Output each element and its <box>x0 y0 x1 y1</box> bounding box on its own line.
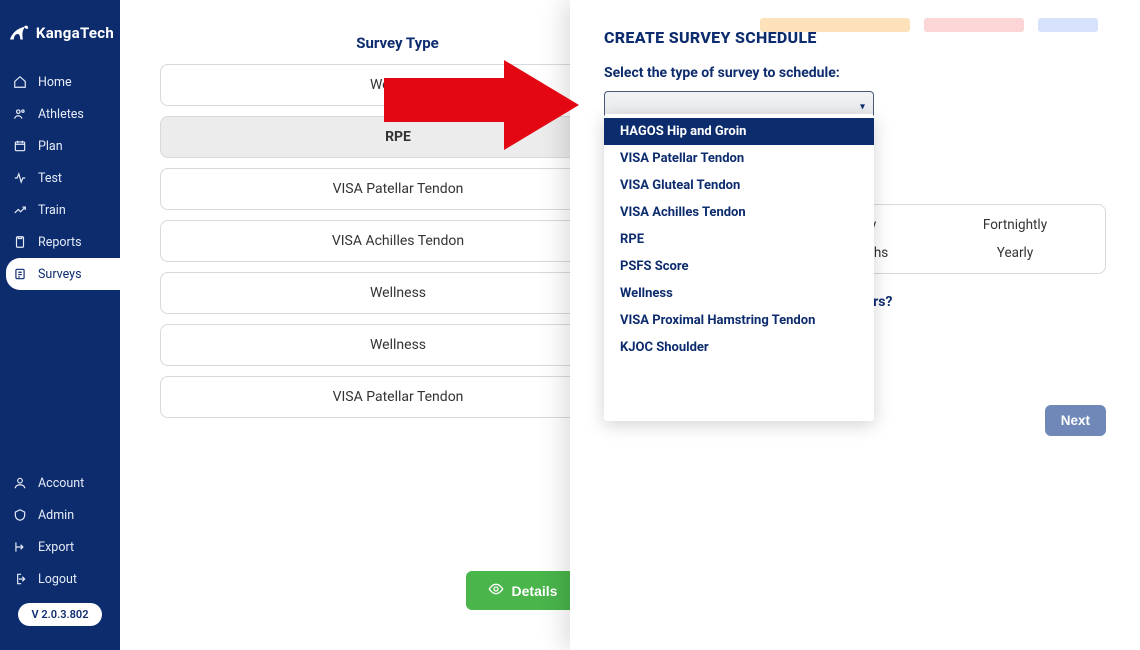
nav-secondary: Account Admin Export Logout V 2.0.3.802 <box>0 467 120 650</box>
reports-icon <box>12 234 28 250</box>
dropdown-option[interactable]: HAGOS Hip and Groin <box>604 118 874 145</box>
nav-label: Athletes <box>38 107 84 122</box>
cell-survey-type: VISA Patellar Tendon <box>161 181 635 197</box>
dropdown-option[interactable]: Wellness <box>604 280 874 307</box>
nav-label: Reports <box>38 235 82 250</box>
sidebar-item-logout[interactable]: Logout <box>0 563 120 595</box>
admin-icon <box>12 507 28 523</box>
logout-icon <box>12 571 28 587</box>
version-badge: V 2.0.3.802 <box>18 603 102 626</box>
dropdown-option[interactable]: RPE <box>604 226 874 253</box>
dropdown-option[interactable]: PSFS Score <box>604 253 874 280</box>
nav-label: Surveys <box>38 267 82 282</box>
dropdown-option[interactable]: VISA Gluteal Tendon <box>604 172 874 199</box>
nav-label: Export <box>38 540 74 555</box>
eye-icon <box>488 581 504 600</box>
chevron-down-icon: ▾ <box>860 102 865 113</box>
freq-option-yearly[interactable]: Yearly <box>997 245 1033 261</box>
cell-survey-type: VISA Patellar Tendon <box>161 389 635 405</box>
survey-type-dropdown: HAGOS Hip and GroinVISA Patellar TendonV… <box>604 114 874 421</box>
freq-option-fortnightly[interactable]: Fortnightly <box>983 217 1047 233</box>
kangaroo-icon <box>6 20 32 46</box>
next-button-label: Next <box>1061 413 1090 428</box>
athletes-icon <box>12 106 28 122</box>
sidebar-item-home[interactable]: Home <box>0 66 120 98</box>
sidebar-item-train[interactable]: Train <box>0 194 120 226</box>
train-icon <box>12 202 28 218</box>
select-survey-type-label: Select the type of survey to schedule: <box>604 65 1106 81</box>
sidebar-item-test[interactable]: Test <box>0 162 120 194</box>
next-button[interactable]: Next <box>1045 405 1106 436</box>
sidebar-item-surveys[interactable]: Surveys <box>6 258 120 290</box>
sidebar-item-account[interactable]: Account <box>0 467 120 499</box>
cell-survey-type: Wellness <box>161 285 635 301</box>
cell-survey-type: RPE <box>161 129 635 145</box>
cell-survey-type: Wellness <box>161 77 635 93</box>
sidebar-item-athletes[interactable]: Athletes <box>0 98 120 130</box>
sidebar-item-reports[interactable]: Reports <box>0 226 120 258</box>
details-button[interactable]: Details <box>466 571 580 610</box>
home-icon <box>12 74 28 90</box>
details-button-label: Details <box>512 583 558 599</box>
create-survey-schedule-panel: CREATE SURVEY SCHEDULE Select the type o… <box>570 0 1140 650</box>
reminders-label-partial: minders? <box>834 294 1106 310</box>
account-icon <box>12 475 28 491</box>
dropdown-option[interactable]: VISA Proximal Hamstring Tendon <box>604 307 874 334</box>
sidebar-item-admin[interactable]: Admin <box>0 499 120 531</box>
test-icon <box>12 170 28 186</box>
nav-label: Train <box>38 203 66 218</box>
cell-survey-type: Wellness <box>161 337 635 353</box>
nav-label: Logout <box>38 572 77 587</box>
nav-label: Home <box>38 75 72 90</box>
dropdown-option[interactable]: KJOC Shoulder <box>604 334 874 361</box>
nav-label: Test <box>38 171 62 186</box>
nav-label: Account <box>38 476 84 491</box>
export-icon <box>12 539 28 555</box>
blurred-header-chips <box>760 18 1098 32</box>
col-header-survey-type: Survey Type <box>160 34 635 52</box>
partial-label-ted: ted: <box>834 180 1106 196</box>
dropdown-option[interactable]: VISA Achilles Tendon <box>604 199 874 226</box>
nav-primary: Home Athletes Plan Test Train Reports Su… <box>0 56 120 290</box>
sidebar-item-plan[interactable]: Plan <box>0 130 120 162</box>
dropdown-option[interactable]: VISA Patellar Tendon <box>604 145 874 172</box>
brand-name: KangaTech <box>36 24 114 42</box>
sidebar-item-export[interactable]: Export <box>0 531 120 563</box>
brand-logo: KangaTech <box>0 0 120 56</box>
cell-survey-type: VISA Achilles Tendon <box>161 233 635 249</box>
surveys-icon <box>12 266 28 282</box>
sidebar: KangaTech Home Athletes Plan Test Train … <box>0 0 120 650</box>
nav-label: Admin <box>38 508 74 523</box>
nav-label: Plan <box>38 139 63 154</box>
plan-icon <box>12 138 28 154</box>
